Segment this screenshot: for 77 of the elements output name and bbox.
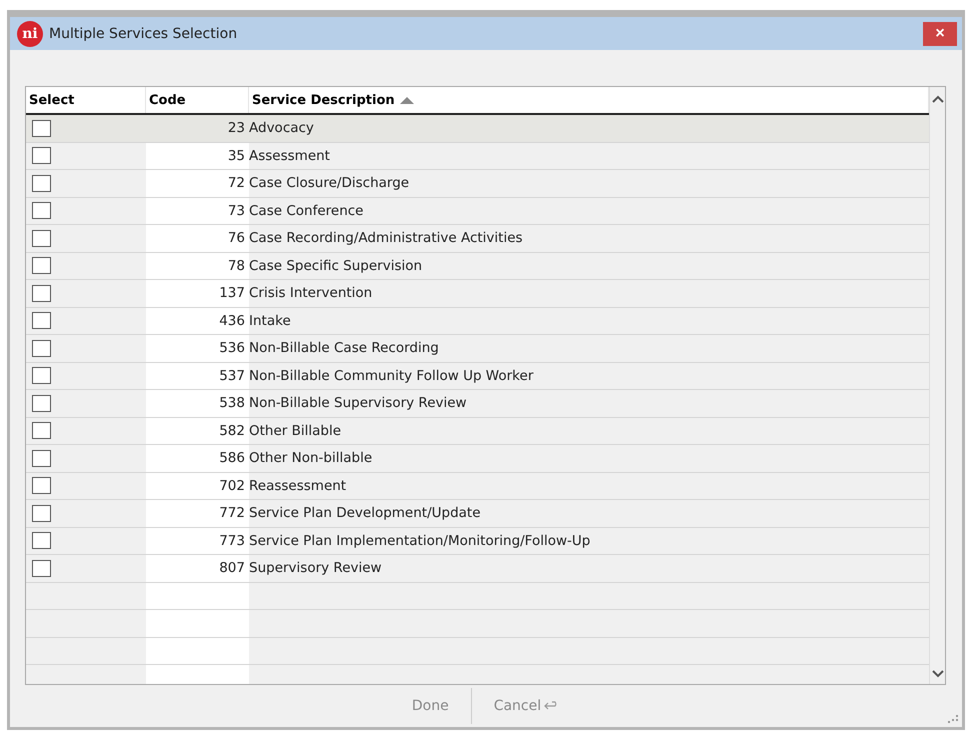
checkbox[interactable] xyxy=(32,120,51,137)
app-logo: ni xyxy=(17,20,43,46)
checkbox[interactable] xyxy=(32,422,51,440)
code-cell: 586 xyxy=(146,445,249,472)
code-cell: 773 xyxy=(146,528,249,554)
close-button[interactable]: × xyxy=(923,22,957,46)
scroll-up-icon[interactable] xyxy=(932,95,944,103)
scrollbar[interactable] xyxy=(929,87,945,684)
checkbox[interactable] xyxy=(32,560,51,577)
description-cell: Advocacy xyxy=(249,120,314,136)
code-cell: 536 xyxy=(146,335,249,362)
code-cell: 78 xyxy=(146,252,249,279)
table-row[interactable]: 582 Other Billable xyxy=(26,418,929,445)
description-cell: Intake xyxy=(249,312,291,329)
description-cell: Reassessment xyxy=(249,478,346,494)
checkbox[interactable] xyxy=(32,477,51,494)
code-cell: 35 xyxy=(146,142,249,169)
table-row[interactable]: 536 Non-Billable Case Recording xyxy=(26,335,929,362)
table-row[interactable]: 807 Supervisory Review xyxy=(26,555,929,582)
description-cell: Supervisory Review xyxy=(249,560,382,576)
table-row[interactable]: 137 Crisis Intervention xyxy=(26,280,929,308)
description-cell: Service Plan Implementation/Monitoring/Follow-Up xyxy=(249,532,590,549)
checkbox[interactable] xyxy=(32,312,51,330)
checkbox[interactable] xyxy=(32,147,51,164)
checkbox[interactable] xyxy=(32,532,51,550)
checkbox[interactable] xyxy=(32,230,51,247)
table-row[interactable]: 76 Case Recording/Administrative Activities xyxy=(26,225,929,252)
description-cell: Assessment xyxy=(249,148,330,164)
table-row[interactable]: 78 Case Specific Supervision xyxy=(26,252,929,280)
table-row[interactable]: 538 Non-Billable Supervisory Review xyxy=(26,390,929,418)
resize-grip-icon[interactable] xyxy=(948,713,958,723)
description-cell: Case Recording/Administrative Activities xyxy=(249,230,523,246)
code-cell: 436 xyxy=(146,308,249,334)
scroll-down-icon[interactable] xyxy=(932,670,944,678)
table-row[interactable]: 773 Service Plan Implementation/Monitoring/Follow-Up xyxy=(26,528,929,555)
checkbox[interactable] xyxy=(32,202,51,220)
column-header[interactable]: Select xyxy=(26,87,146,113)
table-row[interactable]: 537 Non-Billable Community Follow Up Worker xyxy=(26,362,929,390)
table-row[interactable]: 772 Service Plan Development/Update xyxy=(26,500,929,528)
checkbox[interactable] xyxy=(32,504,51,522)
description-cell: Non-Billable Case Recording xyxy=(249,340,439,356)
checkbox[interactable] xyxy=(32,367,51,384)
code-cell: 72 xyxy=(146,170,249,196)
checkbox[interactable] xyxy=(32,284,51,302)
code-cell: 137 xyxy=(146,280,249,306)
checkbox[interactable] xyxy=(32,394,51,412)
code-cell: 582 xyxy=(146,418,249,444)
column-header[interactable]: Service Description xyxy=(249,87,929,113)
description-cell: Case Conference xyxy=(249,202,364,219)
code-cell: 76 xyxy=(146,225,249,252)
code-cell: 807 xyxy=(146,555,249,582)
column-header[interactable]: Code xyxy=(146,87,249,113)
code-cell: 538 xyxy=(146,390,249,416)
description-cell: Case Specific Supervision xyxy=(249,258,422,274)
description-cell: Other Billable xyxy=(249,422,342,439)
description-cell: Non-Billable Community Follow Up Worker xyxy=(249,368,534,384)
description-cell: Non-Billable Supervisory Review xyxy=(249,395,467,412)
code-cell: 702 xyxy=(146,472,249,499)
description-cell: Service Plan Development/Update xyxy=(249,505,481,522)
code-cell: 772 xyxy=(146,500,249,526)
checkbox[interactable] xyxy=(32,340,51,357)
checkbox[interactable] xyxy=(32,450,51,467)
window-title: Multiple Services Selection xyxy=(49,26,238,42)
description-cell: Other Non-billable xyxy=(249,450,372,466)
code-cell: 73 xyxy=(146,198,249,224)
table-row[interactable]: 702 Reassessment xyxy=(26,472,929,500)
checkbox[interactable] xyxy=(32,174,51,192)
table-row[interactable]: 23 Advocacy xyxy=(26,115,929,142)
description-cell: Crisis Intervention xyxy=(249,285,372,302)
table-row[interactable]: 73 Case Conference xyxy=(26,198,929,225)
table-row[interactable]: 586 Other Non-billable xyxy=(26,445,929,472)
code-cell: 537 xyxy=(146,362,249,389)
table-row[interactable]: 35 Assessment xyxy=(26,142,929,170)
checkbox[interactable] xyxy=(32,257,51,274)
table-row[interactable]: 436 Intake xyxy=(26,308,929,335)
description-cell: Case Closure/Discharge xyxy=(249,175,410,192)
table-row[interactable]: 72 Case Closure/Discharge xyxy=(26,170,929,198)
